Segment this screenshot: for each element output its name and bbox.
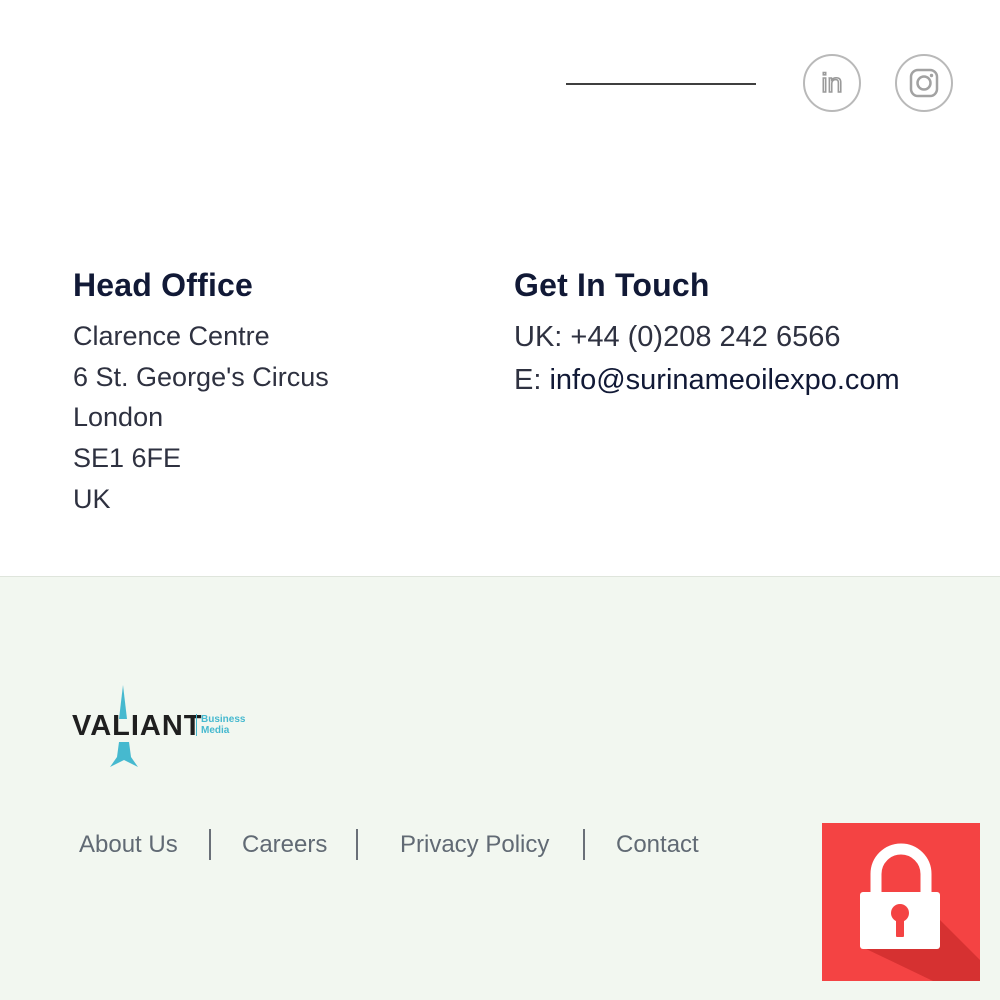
phone-number: UK: +44 (0)208 242 6566 (514, 321, 841, 353)
linkedin-glyph: in (821, 69, 842, 97)
footer: VALIANT Business Media About Us Careers … (0, 576, 1000, 1000)
footer-link-careers[interactable]: Careers (242, 831, 327, 859)
logo-subtitle-line: Business (201, 714, 246, 725)
lock-icon (860, 843, 980, 981)
linkedin-link[interactable]: in (803, 54, 861, 112)
footer-link-about-us[interactable]: About Us (79, 831, 178, 859)
address-line: UK (73, 483, 111, 514)
security-lock-badge[interactable] (822, 823, 980, 981)
head-office-title: Head Office (73, 266, 254, 303)
footer-nav: About Us Careers Privacy Policy Contact (0, 827, 760, 867)
logo-subtitle: Business Media (196, 714, 245, 736)
page: in Head Office Clarence Centre 6 St. Geo… (0, 0, 1000, 1000)
address-line: Clarence Centre (73, 321, 270, 351)
email-link[interactable]: info@surinameoilexpo.com (549, 364, 899, 396)
email-line: E: info@surinameoilexpo.com (514, 359, 900, 402)
footer-separator (356, 829, 358, 860)
address-line: SE1 6FE (73, 443, 182, 474)
address-line: London (73, 402, 164, 433)
logo-wordmark: VALIANT (72, 710, 203, 742)
logo-subtitle-line: Media (201, 725, 230, 736)
header-divider (566, 83, 756, 85)
footer-link-contact[interactable]: Contact (616, 831, 699, 859)
instagram-icon (909, 68, 939, 98)
valiant-business-media-logo[interactable]: VALIANT Business Media (72, 685, 252, 769)
head-office-address: Clarence Centre 6 St. George's Circus Lo… (73, 316, 329, 520)
instagram-link[interactable] (895, 54, 953, 112)
footer-separator (583, 829, 585, 860)
linkedin-icon: in (816, 69, 848, 97)
get-in-touch-title: Get In Touch (514, 266, 710, 303)
email-prefix: E: (514, 364, 550, 396)
contact-details: UK: +44 (0)208 242 6566 E: info@suriname… (514, 316, 900, 402)
address-line: 6 St. George's Circus (73, 361, 329, 392)
footer-link-privacy-policy[interactable]: Privacy Policy (400, 831, 549, 859)
footer-separator (209, 829, 211, 860)
